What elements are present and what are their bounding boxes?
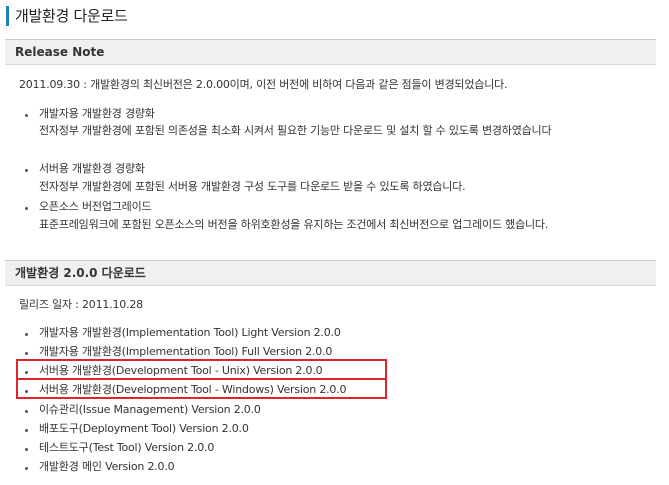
page-title: 개발환경 다운로드	[6, 6, 128, 26]
bullet-icon	[25, 410, 28, 413]
bullet-icon	[25, 207, 28, 210]
download-link-impl-full[interactable]: 개발자용 개발환경(Implementation Tool) Full Vers…	[39, 345, 332, 359]
release-item-title: 개발자용 개발환경 경량화	[39, 107, 155, 120]
download-link-main[interactable]: 개발환경 메인 Version 2.0.0	[39, 460, 175, 474]
bullet-icon	[25, 448, 28, 451]
highlight-box-unix	[16, 359, 387, 380]
download-link-issue-mgmt[interactable]: 이슈관리(Issue Management) Version 2.0.0	[39, 403, 261, 417]
bullet-icon	[25, 352, 28, 355]
bullet-icon	[25, 169, 28, 172]
bullet-icon	[25, 429, 28, 432]
release-note-intro: 2011.09.30 : 개발환경의 최신버전은 2.0.00이며, 이전 버전…	[19, 78, 508, 91]
release-item-title: 서버용 개발환경 경량화	[39, 162, 145, 175]
release-date: 릴리즈 일자 : 2011.10.28	[19, 298, 143, 311]
release-item-desc: 전자정부 개발환경에 포함된 의존성을 최소화 시켜서 필요한 기능만 다운로드…	[39, 124, 552, 137]
download-header-label: 개발환경 2.0.0 다운로드	[15, 266, 146, 280]
bullet-icon	[25, 114, 28, 117]
release-item-title: 오픈소스 버전업그레이드	[39, 200, 152, 213]
bullet-icon	[25, 467, 28, 470]
download-link-impl-light[interactable]: 개발자용 개발환경(Implementation Tool) Light Ver…	[39, 326, 341, 340]
release-note-header-label: Release Note	[15, 45, 105, 59]
highlight-box-windows	[16, 378, 387, 399]
download-link-test-tool[interactable]: 테스트도구(Test Tool) Version 2.0.0	[39, 441, 214, 455]
bullet-icon	[25, 333, 28, 336]
release-item-desc: 전자정부 개발환경에 포함된 서버용 개발환경 구성 도구를 다운로드 받을 수…	[39, 180, 466, 193]
release-item-desc: 표준프레임워크에 포함된 오픈소스의 버전을 하위호환성을 유지하는 조건에서 …	[39, 218, 549, 231]
download-header: 개발환경 2.0.0 다운로드	[5, 260, 656, 286]
release-note-header: Release Note	[5, 39, 656, 65]
download-link-deployment[interactable]: 배포도구(Deployment Tool) Version 2.0.0	[39, 422, 249, 436]
